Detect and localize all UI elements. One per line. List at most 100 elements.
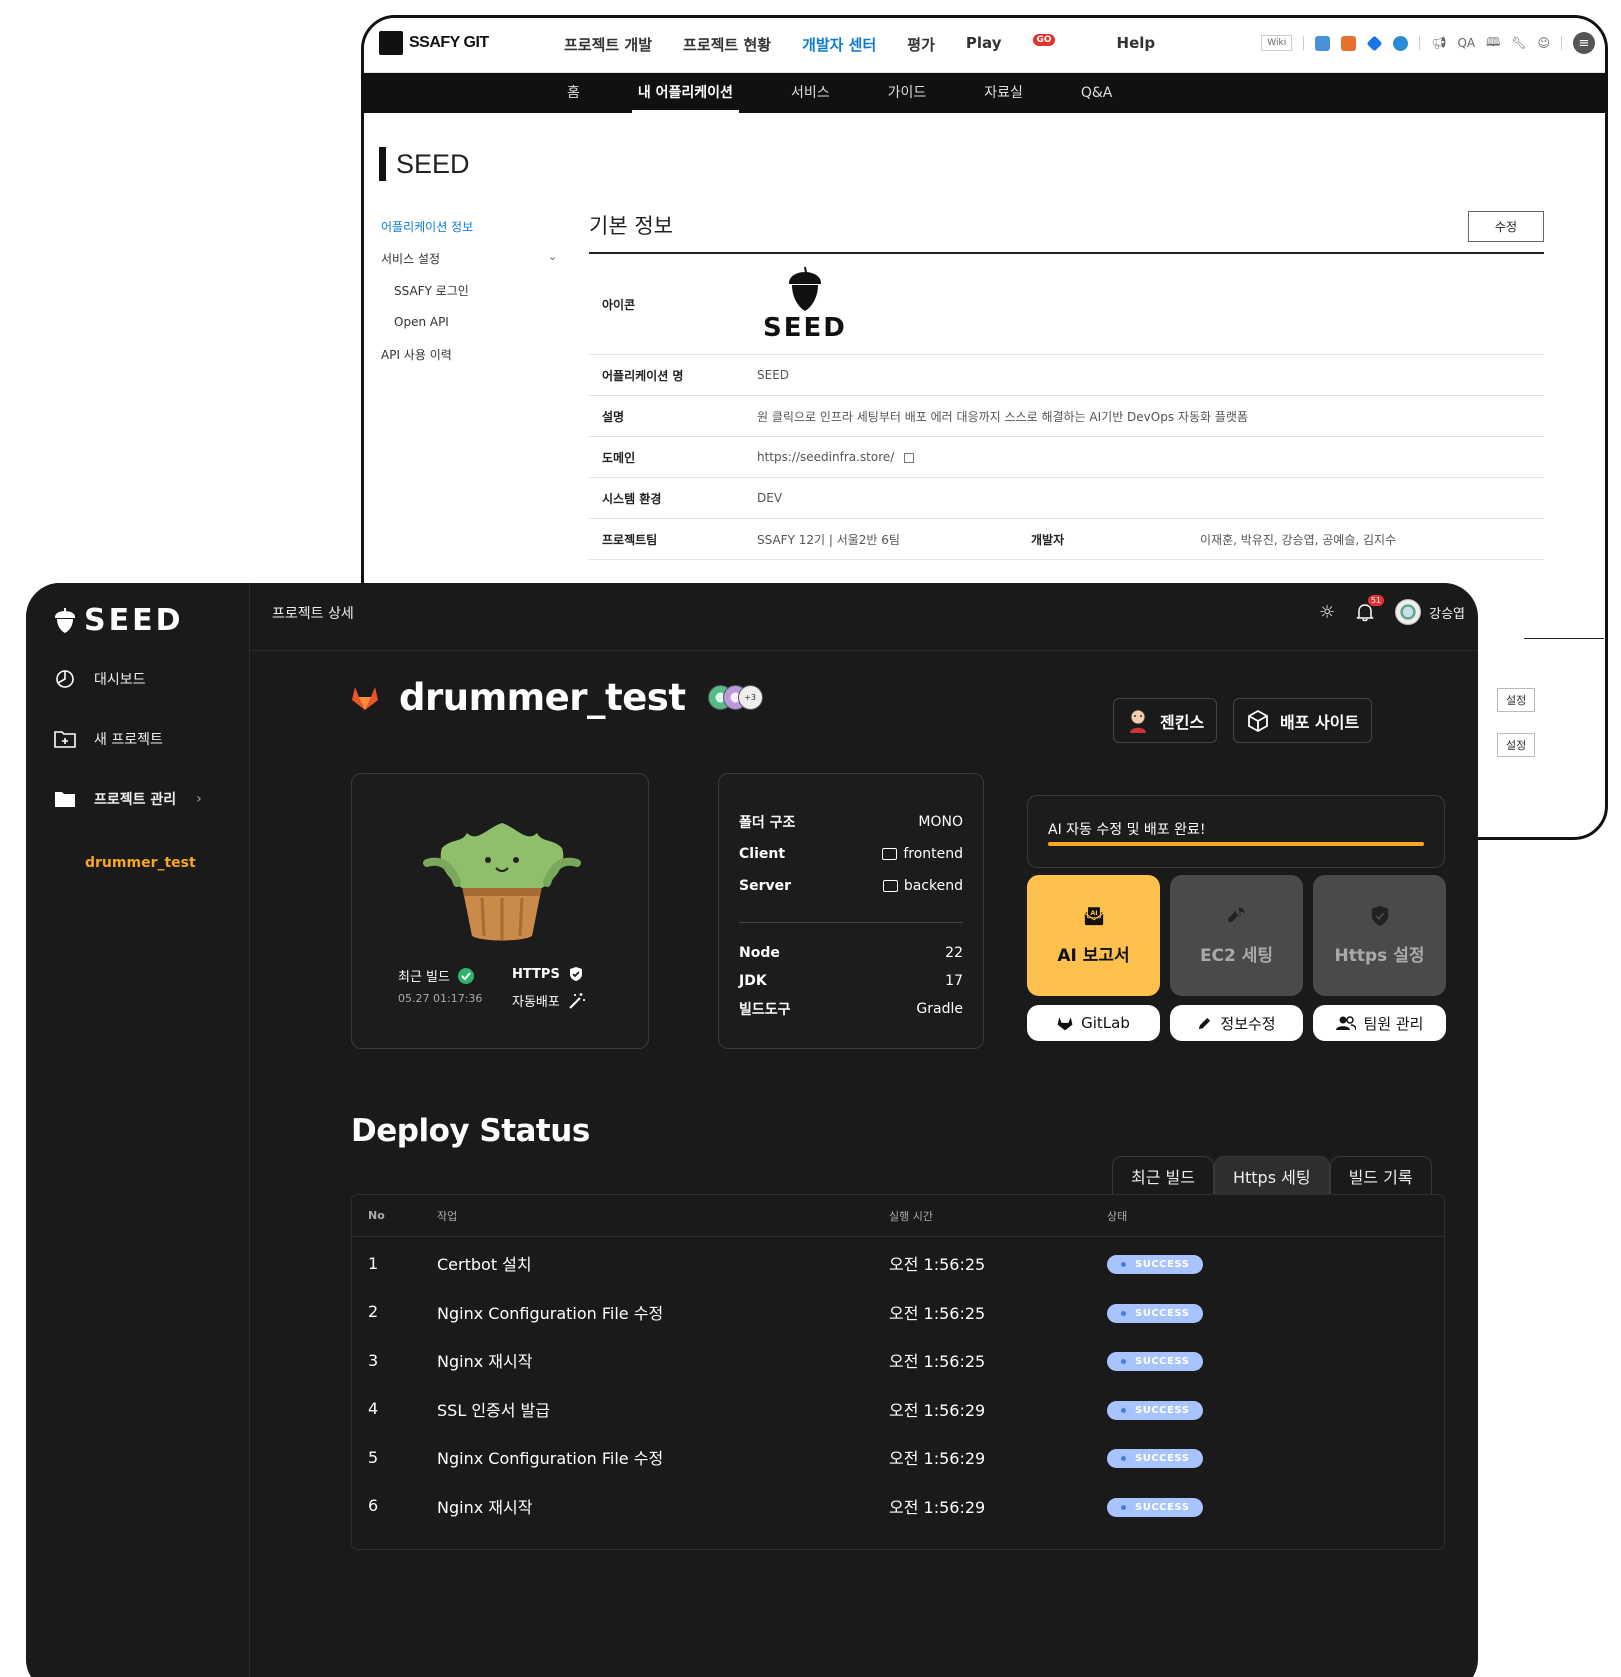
docs-icon[interactable]	[1315, 35, 1331, 51]
info-row-app-name: 어플리케이션 명 SEED	[589, 355, 1544, 396]
status-badge: SUCCESS	[1107, 1497, 1204, 1517]
wiki-button[interactable]: Wiki	[1261, 35, 1293, 51]
section-title: 기본 정보	[589, 214, 673, 238]
user-icon[interactable]: ☺	[1537, 36, 1550, 50]
gitlab-icon	[352, 686, 378, 710]
info-row-env: 시스템 환경 DEV	[589, 478, 1544, 519]
row-time: 오전 1:56:25	[889, 1352, 986, 1372]
info-label: 빌드도구	[739, 1002, 791, 1018]
magic-wand-icon	[569, 992, 585, 1009]
tab-recent-build[interactable]: 최근 빌드	[1112, 1156, 1214, 1194]
menu-help[interactable]: Help	[1117, 34, 1156, 55]
column-header: 실행 시간	[889, 1209, 933, 1223]
subnav-archive[interactable]: 자료실	[984, 73, 1023, 113]
toolbar: Wiki 📢︎ QA 🕮︎ 🔧︎ ☺ ≡	[1261, 32, 1595, 54]
column-header: 상태	[1107, 1209, 1128, 1223]
subnav-guide[interactable]: 가이드	[888, 73, 927, 113]
megaphone-icon[interactable]: 📢︎	[1431, 36, 1446, 50]
brand-logo[interactable]: SEED	[54, 603, 184, 638]
menu-project-status[interactable]: 프로젝트 현황	[683, 34, 771, 55]
brand-wordmark: SEED	[84, 603, 184, 638]
setting-button[interactable]: 설정	[1497, 733, 1536, 757]
copy-icon[interactable]	[904, 452, 915, 463]
sidebar-item-app-info[interactable]: 어플리케이션 정보	[381, 210, 473, 242]
sidebar-item-service-settings[interactable]: 서비스 설정	[381, 242, 473, 274]
edit-button[interactable]: 수정	[1467, 211, 1544, 242]
status-dot	[1121, 1504, 1126, 1510]
row-time: 오전 1:56:29	[889, 1400, 986, 1420]
subnav-services[interactable]: 서비스	[791, 73, 830, 113]
folder-plus-icon	[54, 728, 76, 750]
sidebar-item-current-project[interactable]: drummer_test	[85, 855, 196, 871]
menu-play[interactable]: Play GO	[966, 34, 1086, 55]
ai-status-card: AI 자동 수정 및 배포 완료!	[1027, 795, 1445, 868]
row-value: SSAFY 12기 | 서울2반 6팀	[757, 532, 900, 547]
edit-info-button[interactable]: 정보수정	[1170, 1005, 1303, 1041]
subnav-qa[interactable]: Q&A	[1081, 73, 1113, 113]
qa-icon[interactable]: QA	[1457, 36, 1475, 50]
row-task: Certbot 설치	[437, 1255, 532, 1275]
go-badge: GO	[1033, 34, 1055, 46]
gitlab-icon[interactable]	[1341, 35, 1357, 51]
tab-build-history[interactable]: 빌드 기록	[1329, 1156, 1432, 1194]
acorn-icon	[54, 607, 76, 633]
tab-https-setup[interactable]: Https 세팅	[1213, 1156, 1330, 1194]
recent-build-status: 최근 빌드	[398, 966, 474, 985]
wrench-icon[interactable]: 🔧︎	[1511, 36, 1526, 50]
jenkins-label: 젠킨스	[1160, 712, 1205, 732]
main-menu: 프로젝트 개발 프로젝트 현황 개발자 센터 평가 Play GO Help	[564, 34, 1186, 55]
status-dot	[1121, 1310, 1126, 1316]
domain-link[interactable]: https://seedinfra.store/	[757, 450, 894, 464]
user-menu[interactable]: 강승엽	[1395, 599, 1465, 625]
recent-build-label: 최근 빌드	[398, 970, 450, 985]
sidebar-item-manage[interactable]: 프로젝트 관리 ›	[54, 788, 244, 810]
info-row-description: 설명 원 클릭으로 인프라 세팅부터 배포 에러 대응까지 스스로 해결하는 A…	[589, 396, 1544, 437]
app-title: SEED	[379, 147, 470, 181]
gitlab-button[interactable]: GitLab	[1027, 1005, 1160, 1041]
team-manage-button[interactable]: 팀원 관리	[1313, 1005, 1446, 1041]
ec2-setup-button[interactable]: EC2 세팅	[1170, 875, 1303, 996]
sun-icon[interactable]: ☼	[1319, 602, 1335, 623]
jenkins-button[interactable]: 젠킨스	[1113, 698, 1218, 743]
sidebar-item-api-history[interactable]: API 사용 이력	[381, 338, 473, 370]
sidebar-item-new-project[interactable]: 새 프로젝트	[54, 728, 244, 750]
sidebar-item-ssafy-login[interactable]: SSAFY 로그인	[381, 274, 473, 306]
row-label: 아이콘	[602, 297, 636, 312]
ai-icon-text: AI	[1090, 909, 1097, 917]
chevron-down-icon[interactable]: ⌄	[548, 250, 557, 263]
sidebar-item-open-api[interactable]: Open API	[381, 306, 473, 338]
notification-button[interactable]: 51	[1355, 595, 1385, 622]
book-icon[interactable]: 🕮︎	[1486, 33, 1500, 54]
seed-app-logo: SEED	[763, 265, 847, 343]
recent-build-time: 05.27 01:17:36	[398, 992, 483, 1005]
info-row-folder: 폴더 구조 MONO	[739, 806, 963, 838]
potted-plant-icon	[423, 823, 581, 941]
info-label: Client	[739, 846, 786, 862]
team-manage-label: 팀원 관리	[1363, 1014, 1424, 1033]
member-avatars[interactable]: +3	[707, 685, 763, 710]
notification-badge: 51	[1367, 595, 1385, 606]
row-label: 프로젝트팀	[602, 532, 658, 547]
menu-dev-center[interactable]: 개발자 센터	[802, 34, 876, 55]
menu-icon[interactable]: ≡	[1573, 32, 1595, 54]
pencil-icon	[1199, 1017, 1211, 1029]
row-task: Nginx Configuration File 수정	[437, 1449, 664, 1469]
basic-info-section: 기본 정보 수정 아이콘 SEED 어플리케이션 명 SEED 설명 원 클릭으…	[589, 210, 1544, 560]
subnav-home[interactable]: 홈	[567, 73, 580, 113]
menu-evaluation[interactable]: 평가	[907, 34, 935, 55]
setting-button[interactable]: 설정	[1497, 688, 1536, 712]
ai-report-button[interactable]: AI AI 보고서	[1027, 875, 1160, 996]
https-setup-button[interactable]: Https 설정	[1313, 875, 1446, 996]
row-label: 설명	[602, 409, 625, 424]
table-row: 6 Nginx 재시작 오전 1:56:29 SUCCESS	[352, 1482, 1444, 1531]
deploy-site-button[interactable]: 배포 사이트	[1233, 698, 1373, 743]
mattermost-icon[interactable]	[1393, 35, 1409, 51]
row-task: SSL 인증서 발급	[437, 1400, 550, 1420]
menu-project-dev[interactable]: 프로젝트 개발	[564, 34, 652, 55]
status-dot	[1121, 1407, 1126, 1413]
jira-icon[interactable]	[1366, 35, 1383, 51]
sidebar-item-dashboard[interactable]: 대시보드	[54, 668, 244, 690]
ssafy-git-logo[interactable]: SSAFY GIT	[379, 31, 489, 55]
seed-wordmark: SEED	[763, 313, 847, 343]
subnav-my-apps[interactable]: 내 어플리케이션	[631, 73, 739, 113]
